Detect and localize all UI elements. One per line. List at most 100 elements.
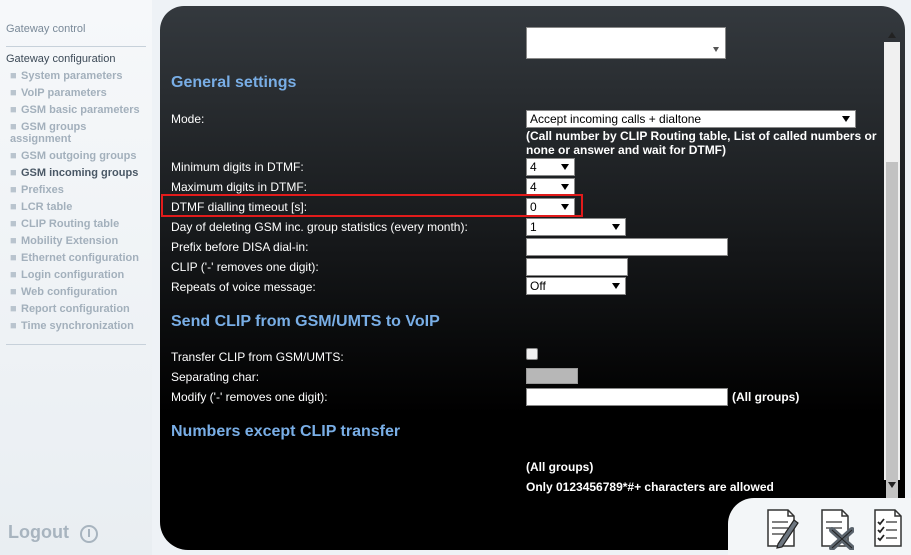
sidebar-menu: ■ System parameters ■ VoIP parameters ■ GSM b… [10,68,150,335]
modify-input[interactable] [526,388,728,406]
sidebar-item-gsm-outgoing-groups[interactable]: ■ GSM outgoing groups [10,148,150,165]
sidebar-item-label: Prefixes [21,184,64,196]
bullet-icon: ■ [10,184,17,196]
min-dtmf-select[interactable]: 4 [526,158,575,176]
section-title-send-clip: Send CLIP from GSM/UMTS to VoIP [171,313,440,330]
delete-document-icon[interactable] [818,506,855,551]
sidebar-item-clip-routing-table[interactable]: ■ CLIP Routing table [10,216,150,233]
bullet-icon: ■ [10,104,17,116]
sidebar-item-ethernet-configuration[interactable]: ■ Ethernet configuration [10,250,150,267]
sidebar-item-gsm-groups-assignment[interactable]: ■ GSM groups assignment [10,119,150,148]
sidebar-item-web-configuration[interactable]: ■ Web configuration [10,284,150,301]
sidebar-item-login-configuration[interactable]: ■ Login configuration [10,267,150,284]
day-delete-label: Day of deleting GSM inc. group statistic… [171,220,468,234]
bullet-icon: ■ [10,235,17,247]
action-tray [728,498,911,555]
bullet-icon: ■ [10,87,17,99]
clip-input[interactable] [526,258,628,276]
sidebar-divider [6,46,146,47]
repeats-value: Off [530,279,546,293]
sidebar-item-label: Ethernet configuration [21,252,139,264]
transfer-clip-label: Transfer CLIP from GSM/UMTS: [171,350,344,364]
bullet-icon: ■ [10,303,17,315]
sidebar-item-label: VoIP parameters [21,87,107,99]
separating-char-input [526,368,578,384]
sidebar-gateway-configuration[interactable]: Gateway configuration [6,53,115,65]
sidebar-item-label: CLIP Routing table [21,218,120,230]
logout-button[interactable]: Logout [8,522,69,543]
sidebar-item-label: LCR table [21,201,73,213]
scrollbar[interactable] [884,26,900,502]
sidebar-gateway-control[interactable]: Gateway control [6,23,85,35]
min-dtmf-label: Minimum digits in DTMF: [171,160,304,174]
sidebar-item-report-configuration[interactable]: ■ Report configuration [10,301,150,318]
transfer-clip-checkbox[interactable] [526,348,538,360]
numbers-except-all-groups: (All groups) [526,460,594,474]
sidebar-item-gsm-basic-parameters[interactable]: ■ GSM basic parameters [10,102,150,119]
dtmf-timeout-select[interactable]: 0 [526,198,575,216]
section-title-general: General settings [171,74,297,91]
scroll-down-icon[interactable] [888,482,896,488]
sidebar-item-mobility-extension[interactable]: ■ Mobility Extension [10,233,150,250]
mode-select-value: Accept incoming calls + dialtone [530,112,702,126]
scroll-track[interactable] [884,42,900,502]
chevron-down-icon [842,116,850,122]
bullet-icon: ■ [10,70,17,82]
scroll-thumb[interactable] [886,162,898,502]
clip-label: CLIP ('-' removes one digit): [171,260,319,274]
prefix-disa-label: Prefix before DISA dial-in: [171,240,309,254]
sidebar-divider-bottom [6,344,146,345]
min-dtmf-value: 4 [530,160,537,174]
sidebar-item-system-parameters[interactable]: ■ System parameters [10,68,150,85]
main-panel: General settings Mode: Accept incoming c… [160,6,905,550]
max-dtmf-value: 4 [530,180,537,194]
dtmf-timeout-label: DTMF dialling timeout [s]: [171,200,308,214]
bullet-icon: ■ [10,320,17,332]
sidebar-item-prefixes[interactable]: ■ Prefixes [10,182,150,199]
bullet-icon: ■ [10,121,17,133]
chevron-down-icon [612,224,620,230]
separating-char-label: Separating char: [171,370,260,384]
sidebar-item-label: Web configuration [21,286,118,298]
edit-document-icon[interactable] [764,506,800,550]
bullet-icon: ■ [10,286,17,298]
mode-label: Mode: [171,112,205,126]
sidebar-item-label: GSM groups assignment [10,121,87,145]
bullet-icon: ■ [10,167,17,179]
chevron-down-icon [612,283,620,289]
bullet-icon: ■ [10,269,17,281]
bullet-icon: ■ [10,252,17,264]
max-dtmf-select[interactable]: 4 [526,178,575,196]
repeats-label: Repeats of voice message: [171,280,316,294]
sidebar-item-label: GSM basic parameters [21,104,140,116]
day-delete-select[interactable]: 1 [526,218,626,236]
modify-note: (All groups) [732,390,800,404]
scroll-up-icon[interactable] [888,32,896,38]
sidebar-item-label: GSM incoming groups [21,167,139,179]
sidebar-item-label: System parameters [21,70,123,82]
dtmf-timeout-value: 0 [530,200,537,214]
mode-select[interactable]: Accept incoming calls + dialtone [526,110,856,128]
bullet-icon: ■ [10,218,17,230]
sidebar-item-time-synchronization[interactable]: ■ Time synchronization [10,318,150,335]
sidebar-item-lcr-table[interactable]: ■ LCR table [10,199,150,216]
day-delete-value: 1 [530,220,537,234]
chevron-down-icon [561,204,569,210]
sidebar-item-label: Mobility Extension [21,235,119,247]
top-textarea[interactable] [526,27,726,59]
repeats-select[interactable]: Off [526,277,626,295]
sidebar-item-voip-parameters[interactable]: ■ VoIP parameters [10,85,150,102]
chevron-down-icon [713,47,719,52]
checklist-document-icon[interactable] [871,506,907,550]
power-icon[interactable] [80,525,98,543]
sidebar-item-label: Time synchronization [21,320,134,332]
sidebar-item-label: Login configuration [21,269,125,281]
prefix-disa-input[interactable] [526,238,728,256]
chevron-down-icon [561,184,569,190]
modify-label: Modify ('-' removes one digit): [171,390,328,404]
max-dtmf-label: Maximum digits in DTMF: [171,180,308,194]
sidebar-item-gsm-incoming-groups[interactable]: ■ GSM incoming groups [10,165,150,182]
bullet-icon: ■ [10,150,17,162]
allowed-chars-note: Only 0123456789*#+ characters are allowe… [526,480,774,494]
chevron-down-icon [561,164,569,170]
